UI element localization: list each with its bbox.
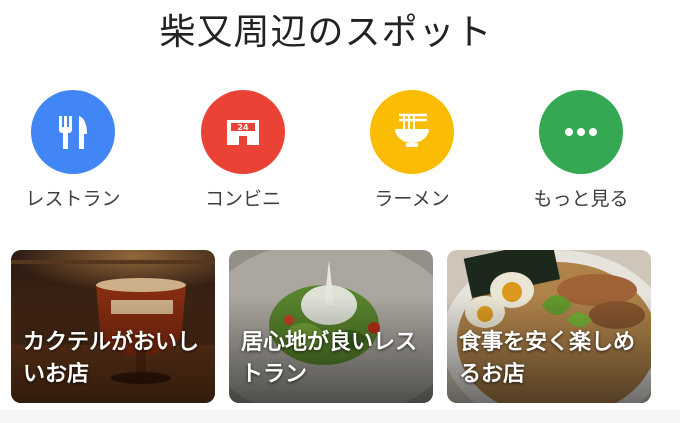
card-title: カクテルがおいしいお店 — [23, 330, 200, 387]
svg-text:24: 24 — [237, 123, 249, 132]
page-title: 柴又周辺のスポット — [159, 12, 493, 53]
restaurant-icon — [31, 90, 115, 174]
spot-card-cocktail[interactable]: カクテルがおいしいお店 — [11, 250, 215, 403]
category-more-button[interactable]: もっと見る — [506, 90, 656, 212]
card-title: 居心地が良いレストラン — [241, 330, 418, 387]
section-divider — [0, 410, 680, 423]
spot-card-restaurant[interactable]: 居心地が良いレストラン — [229, 250, 433, 403]
category-convenience-store-label: コンビニ — [204, 188, 281, 210]
spot-card-ramen[interactable]: 食事を安く楽しめるお店 — [447, 250, 651, 403]
category-more-label: もっと見る — [533, 188, 629, 210]
card-title: 食事を安く楽しめるお店 — [459, 330, 636, 387]
convenience-store-icon: 24 — [201, 90, 285, 174]
category-restaurant-button[interactable]: レストラン — [0, 90, 148, 212]
category-restaurant-label: レストラン — [25, 188, 121, 210]
category-ramen-button[interactable]: ラーメン — [337, 90, 487, 212]
ramen-icon — [370, 90, 454, 174]
category-ramen-label: ラーメン — [374, 188, 450, 210]
category-convenience-store-button[interactable]: 24 コンビニ — [168, 90, 318, 212]
more-icon — [539, 90, 623, 174]
